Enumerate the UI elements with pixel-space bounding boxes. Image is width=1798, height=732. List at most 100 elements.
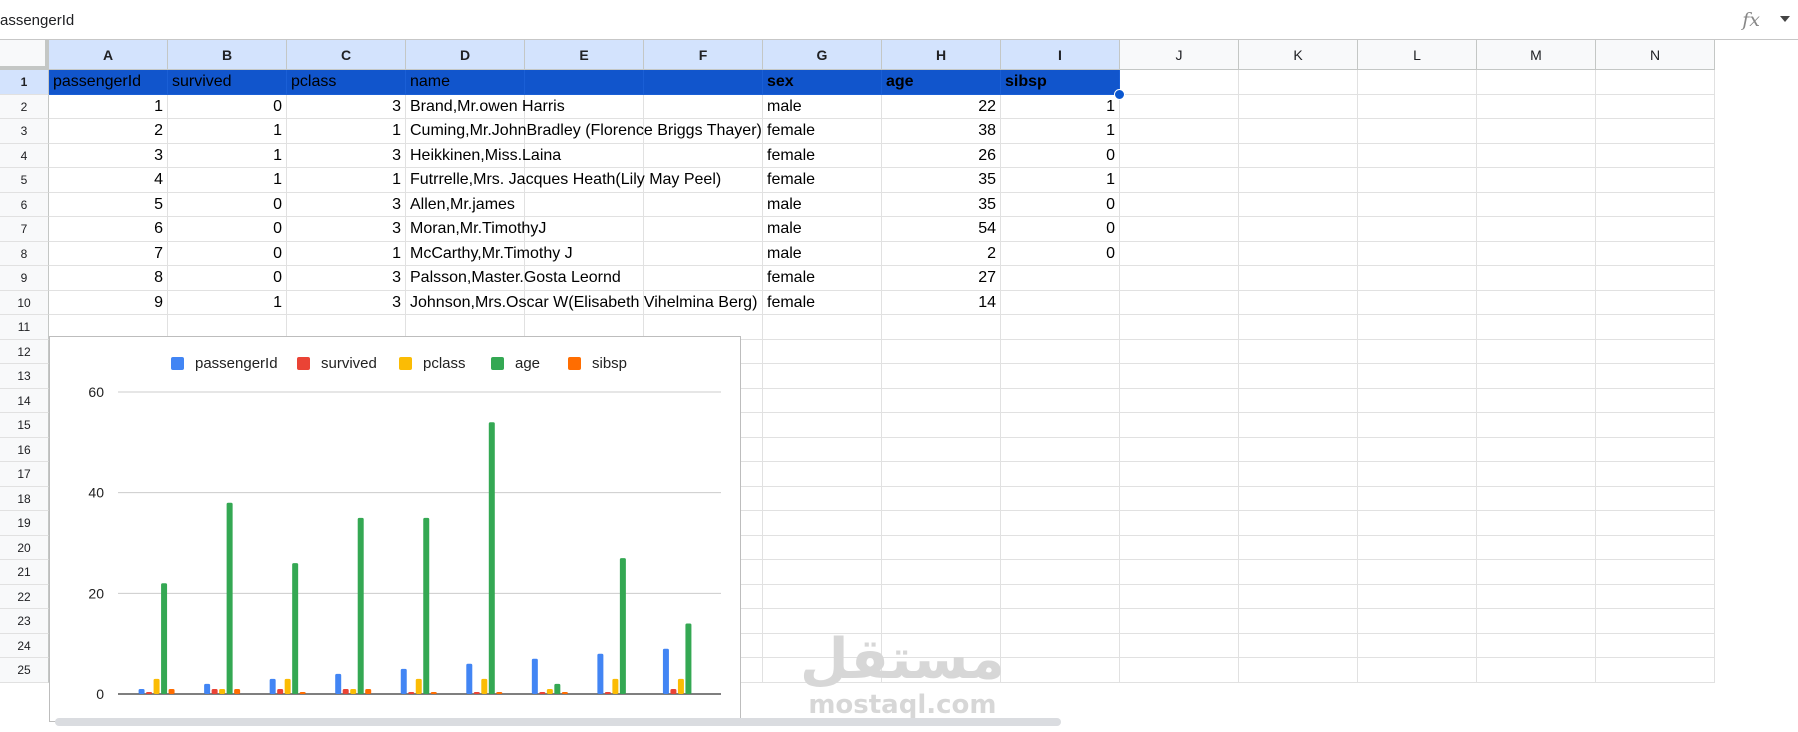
cell-g21[interactable] (763, 560, 882, 585)
cell-h7[interactable]: 54 (882, 217, 1001, 242)
cell-h15[interactable] (882, 413, 1001, 438)
cell-i22[interactable] (1001, 584, 1120, 609)
cell-n3[interactable] (1596, 119, 1715, 144)
cell-e1[interactable] (525, 70, 644, 95)
cell-g16[interactable] (763, 437, 882, 462)
cell-i2[interactable]: 1 (1001, 94, 1120, 119)
cell-h16[interactable] (882, 437, 1001, 462)
cell-c7[interactable]: 3 (287, 217, 406, 242)
cell-b2[interactable]: 0 (168, 94, 287, 119)
row-header-6[interactable]: 6 (0, 192, 49, 217)
cell-k22[interactable] (1239, 584, 1358, 609)
cell-n22[interactable] (1596, 584, 1715, 609)
cell-l11[interactable] (1358, 315, 1477, 340)
row-header-14[interactable]: 14 (0, 388, 49, 413)
cell-a2[interactable]: 1 (49, 94, 168, 119)
cell-n24[interactable] (1596, 633, 1715, 658)
cell-k21[interactable] (1239, 560, 1358, 585)
cell-f7[interactable] (644, 217, 763, 242)
cell-h8[interactable]: 2 (882, 241, 1001, 266)
cell-j10[interactable] (1120, 290, 1239, 315)
cell-b8[interactable]: 0 (168, 241, 287, 266)
cell-k10[interactable] (1239, 290, 1358, 315)
cell-n8[interactable] (1596, 241, 1715, 266)
formula-content[interactable]: assengerId (0, 12, 74, 29)
cell-j18[interactable] (1120, 486, 1239, 511)
cell-n16[interactable] (1596, 437, 1715, 462)
cell-k19[interactable] (1239, 511, 1358, 536)
cell-h4[interactable]: 26 (882, 143, 1001, 168)
cell-g22[interactable] (763, 584, 882, 609)
column-header-h[interactable]: H (882, 40, 1001, 70)
cell-f8[interactable] (644, 241, 763, 266)
cell-d2[interactable]: Brand,Mr.owen Harris (406, 94, 565, 119)
cell-m21[interactable] (1477, 560, 1596, 585)
cell-m13[interactable] (1477, 364, 1596, 389)
cell-h5[interactable]: 35 (882, 168, 1001, 193)
cell-b5[interactable]: 1 (168, 168, 287, 193)
cell-m2[interactable] (1477, 94, 1596, 119)
cell-m4[interactable] (1477, 143, 1596, 168)
row-header-3[interactable]: 3 (0, 119, 49, 144)
cell-g13[interactable] (763, 364, 882, 389)
cell-c1[interactable]: pclass (287, 70, 406, 95)
row-header-4[interactable]: 4 (0, 143, 49, 168)
cell-m7[interactable] (1477, 217, 1596, 242)
cell-k8[interactable] (1239, 241, 1358, 266)
column-header-e[interactable]: E (525, 40, 644, 70)
cell-j22[interactable] (1120, 584, 1239, 609)
cell-k11[interactable] (1239, 315, 1358, 340)
cell-g11[interactable] (763, 315, 882, 340)
row-header-7[interactable]: 7 (0, 217, 49, 242)
cell-l18[interactable] (1358, 486, 1477, 511)
cell-n15[interactable] (1596, 413, 1715, 438)
cell-l4[interactable] (1358, 143, 1477, 168)
cell-b1[interactable]: survived (168, 70, 287, 95)
cell-i20[interactable] (1001, 535, 1120, 560)
cell-i15[interactable] (1001, 413, 1120, 438)
cell-m17[interactable] (1477, 462, 1596, 487)
cell-j5[interactable] (1120, 168, 1239, 193)
cell-i17[interactable] (1001, 462, 1120, 487)
cell-h17[interactable] (882, 462, 1001, 487)
cell-g15[interactable] (763, 413, 882, 438)
cell-h14[interactable] (882, 388, 1001, 413)
row-header-25[interactable]: 25 (0, 658, 49, 683)
cell-j23[interactable] (1120, 609, 1239, 634)
column-header-n[interactable]: N (1596, 40, 1715, 70)
cell-i19[interactable] (1001, 511, 1120, 536)
cell-i18[interactable] (1001, 486, 1120, 511)
cell-a5[interactable]: 4 (49, 168, 168, 193)
cell-k20[interactable] (1239, 535, 1358, 560)
cell-i25[interactable] (1001, 658, 1120, 683)
cell-c5[interactable]: 1 (287, 168, 406, 193)
cell-k2[interactable] (1239, 94, 1358, 119)
cell-i10[interactable] (1001, 290, 1120, 315)
cell-m9[interactable] (1477, 266, 1596, 291)
cell-m19[interactable] (1477, 511, 1596, 536)
cell-g9[interactable]: female (763, 266, 882, 291)
cell-m6[interactable] (1477, 192, 1596, 217)
cell-f2[interactable] (644, 94, 763, 119)
cell-f4[interactable] (644, 143, 763, 168)
cell-l15[interactable] (1358, 413, 1477, 438)
cell-a8[interactable]: 7 (49, 241, 168, 266)
cell-h22[interactable] (882, 584, 1001, 609)
cell-l20[interactable] (1358, 535, 1477, 560)
cell-l23[interactable] (1358, 609, 1477, 634)
cell-n17[interactable] (1596, 462, 1715, 487)
cell-n10[interactable] (1596, 290, 1715, 315)
cell-h20[interactable] (882, 535, 1001, 560)
cell-l5[interactable] (1358, 168, 1477, 193)
row-header-8[interactable]: 8 (0, 241, 49, 266)
selection-fill-handle[interactable] (1114, 88, 1125, 100)
cell-n2[interactable] (1596, 94, 1715, 119)
cell-d8[interactable]: McCarthy,Mr.Timothy J (406, 241, 573, 266)
cell-i3[interactable]: 1 (1001, 119, 1120, 144)
cell-g19[interactable] (763, 511, 882, 536)
cell-c9[interactable]: 3 (287, 266, 406, 291)
cell-i14[interactable] (1001, 388, 1120, 413)
cell-b9[interactable]: 0 (168, 266, 287, 291)
cell-l21[interactable] (1358, 560, 1477, 585)
cell-j20[interactable] (1120, 535, 1239, 560)
